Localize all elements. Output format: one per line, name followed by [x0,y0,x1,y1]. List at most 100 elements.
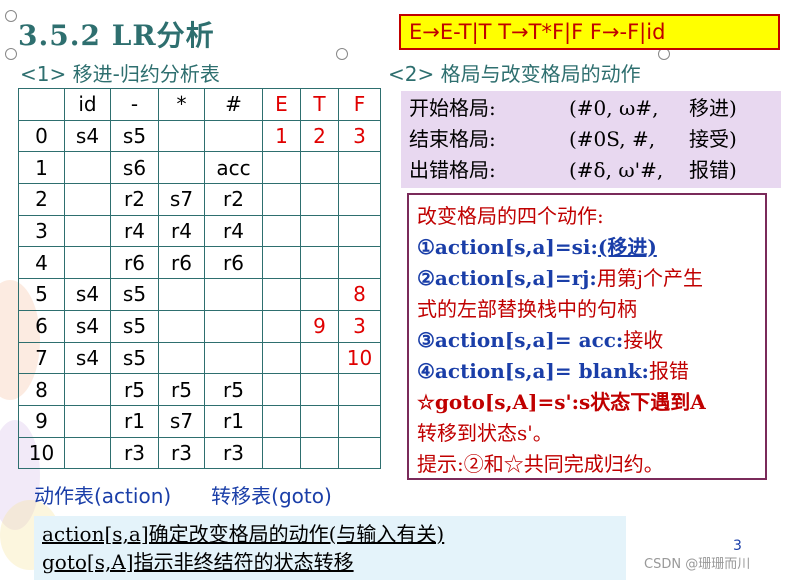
table-cell: r6 [204,246,263,280]
action-item-reduce: ②action[s,a]=rj:用第j个产生 [417,263,757,294]
table-cell [338,246,381,280]
table-cell [158,119,205,153]
state-cell: 4 [18,246,65,280]
table-cell [64,436,111,470]
table-cell [64,214,111,248]
action-text: 报错 [648,359,689,383]
action-table-label: 动作表(action) [34,484,172,508]
config-value: (#δ, ω'#, [569,158,664,182]
table-cell: acc [204,151,263,185]
action-item-accept: ③action[s,a]= acc:接收 [417,325,757,356]
table-cell: 10 [338,341,381,375]
table-cell: 3 [338,119,381,153]
table-cell: 2 [300,119,339,153]
table-cell [300,214,339,248]
table-cell: r4 [158,214,205,248]
table-cell [64,373,111,406]
config-label: 出错格局: [409,158,496,182]
table-cell [338,214,381,248]
action-code: ①action[s,a]=si: [417,235,598,259]
table-cell: r6 [158,246,205,280]
table-cell: s7 [158,404,205,438]
action-item-reduce-cont: 式的左部替换栈中的句柄 [417,297,637,321]
header-cell: id [64,88,111,121]
selection-handle[interactable] [5,10,17,22]
state-cell: 2 [18,183,65,216]
table-cell: r4 [204,214,263,248]
subtitle-right: <2> 格局与改变格局的动作 [388,62,641,86]
config-action: 报错) [689,158,737,182]
table-cell [338,183,381,216]
selection-handle[interactable] [5,48,17,60]
action-text: 接收 [623,328,664,352]
action-item-goto: ☆goto[s,A]=s':s状态下遇到A [417,387,757,418]
table-row: 10 r3 r3 r3 [18,436,381,470]
table-cell: r3 [110,436,159,470]
table-cell: r5 [204,373,263,406]
table-cell [262,151,301,185]
summary-line: action[s,a]确定改变格局的动作(与输入有关) [42,522,445,546]
config-value: (#0, ω#, [569,96,659,120]
summary-line: goto[s,A]指示非终结符的状态转移 [42,550,354,574]
table-row: 7 s4 s5 10 [18,341,381,375]
table-cell: r6 [110,246,159,280]
table-cell [300,404,339,438]
action-code: ☆goto[s,A]=s': [417,390,580,414]
table-cell: s4 [64,278,111,311]
table-cell [262,278,301,311]
config-box: 开始格局: (#0, ω#, 移进) 结束格局: (#0S, #, 接受) 出错… [401,91,781,188]
table-cell: r5 [158,373,205,406]
table-cell: s5 [110,119,159,153]
table-row: 4 r6 r6 r6 [18,246,381,280]
table-cell [300,436,339,470]
table-header-row: id - * # E T F [18,88,381,121]
header-cell: T [300,88,339,121]
state-cell: 0 [18,119,65,153]
state-cell: 9 [18,404,65,438]
table-row: 6 s4 s5 9 3 [18,309,381,343]
table-cell [262,404,301,438]
config-value: (#0S, #, [569,127,656,151]
actions-heading: 改变格局的四个动作: [417,204,604,228]
table-cell: r3 [204,436,263,470]
table-cell [204,278,263,311]
table-row: 5 s4 s5 8 [18,278,381,311]
config-row: 结束格局: (#0S, #, 接受) [409,124,773,155]
table-cell: s6 [110,151,159,185]
action-hint: 提示:②和☆共同完成归约。 [417,452,664,476]
selection-handle[interactable] [336,48,348,60]
table-cell [300,246,339,280]
state-cell: 10 [18,436,65,470]
table-cell [338,151,381,185]
action-text: s状态下遇到A [579,390,706,414]
action-item-shift: ①action[s,a]=si:(移进) [417,232,757,263]
table-cell [204,119,263,153]
table-cell [64,151,111,185]
table-row: 8 r5 r5 r5 [18,373,381,406]
table-cell: 3 [338,309,381,343]
table-cell [204,309,263,343]
table-cell: s4 [64,119,111,153]
table-cell: 1 [262,119,301,153]
state-cell: 3 [18,214,65,248]
table-cell [262,373,301,406]
subtitle-left: <1> 移进-归约分析表 [20,62,220,86]
summary-box: action[s,a]确定改变格局的动作(与输入有关) goto[s,A]指示非… [34,516,626,580]
state-cell: 8 [18,373,65,406]
table-cell: 8 [338,278,381,311]
table-cell: s7 [158,183,205,216]
config-label: 开始格局: [409,96,496,120]
table-cell: s4 [64,309,111,343]
table-cell [300,183,339,216]
header-cell [18,88,65,121]
action-item-goto-cont: 转移到状态s'。 [417,421,553,445]
table-cell: r4 [110,214,159,248]
table-labels: 动作表(action) 转移表(goto) [34,480,332,509]
actions-box: 改变格局的四个动作: ①action[s,a]=si:(移进) ②action[… [407,193,767,480]
watermark: CSDN @珊珊而川 [644,557,751,572]
header-cell: - [110,88,159,121]
table-cell [338,404,381,438]
action-text: 用第j个产生 [596,266,704,290]
config-label: 结束格局: [409,127,496,151]
action-code: ④action[s,a]= blank: [417,359,649,383]
